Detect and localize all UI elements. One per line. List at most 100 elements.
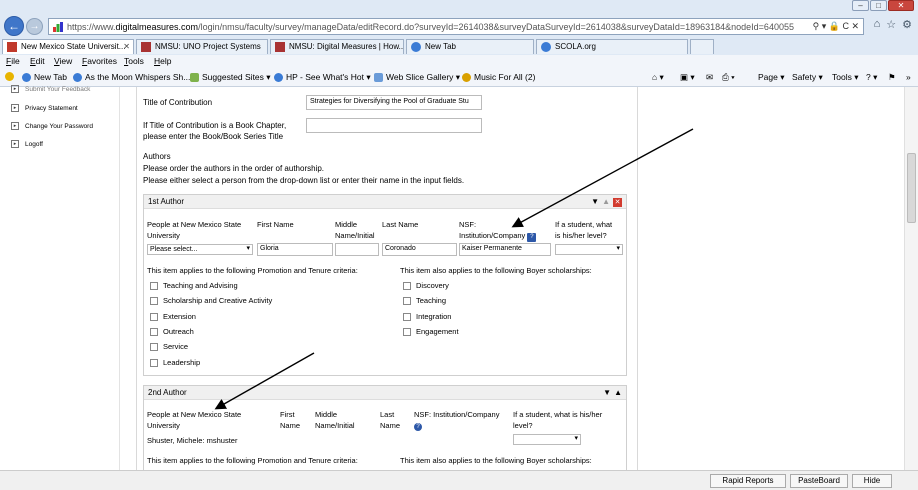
a1-first-name-input[interactable]: Gloria [257, 243, 333, 256]
scrollbar-thumb[interactable] [907, 153, 916, 223]
tab-strip: New Mexico State Universit... ✕ NMSU: UN… [0, 37, 918, 55]
favorites-star-icon[interactable] [5, 72, 14, 81]
close-window-button[interactable]: ✕ [888, 0, 914, 11]
title-label: Title of Contribution [143, 98, 213, 107]
suggested-icon [190, 73, 199, 82]
a1-middle-name-input[interactable] [335, 243, 379, 256]
back-button[interactable]: ← [4, 16, 24, 36]
book-title-label-line2: please enter the Book/Book Series Title [143, 132, 284, 141]
tab-favicon-icon [7, 42, 17, 52]
settings-gear-icon[interactable]: ⚙ [902, 18, 912, 31]
fav-new-tab[interactable]: New Tab [22, 72, 67, 82]
pasteboard-button[interactable]: PasteBoard [790, 474, 848, 488]
address-bar[interactable]: https://www.digitalmeasures.com/login/nm… [48, 18, 864, 35]
ie-icon [22, 72, 31, 82]
bullet-arrow-icon: ▸ [11, 104, 19, 112]
tab-digital-measures[interactable]: NMSU: Digital Measures | How... [270, 39, 404, 54]
move-down-icon[interactable]: ▼ [591, 195, 599, 209]
menu-bar: File Edit View Favorites Tools Help [0, 55, 918, 68]
tools-menu[interactable]: Tools ▾ [832, 72, 858, 83]
feeds-icon[interactable]: ▣ ▾ [680, 72, 695, 83]
move-up-icon[interactable]: ▲ [602, 195, 610, 209]
fav-moon-whispers[interactable]: As the Moon Whispers Sh... [73, 72, 190, 82]
chevron-right-icon[interactable]: » [906, 72, 911, 82]
fav-web-slice-gallery[interactable]: Web Slice Gallery ▾ [374, 72, 460, 83]
forward-button[interactable]: → [26, 18, 43, 35]
site-favicon-icon [53, 22, 63, 32]
research-icon[interactable]: ⚑ [888, 72, 896, 83]
menu-help[interactable]: Help [154, 56, 171, 66]
a1-boyer-discovery-checkbox[interactable]: Discovery [403, 281, 449, 290]
a1-promo-extension-checkbox[interactable]: Extension [150, 312, 196, 321]
a2-boyer-heading: This item also applies to the following … [400, 456, 592, 465]
rapid-reports-button[interactable]: Rapid Reports [710, 474, 786, 488]
mail-icon[interactable]: ✉ [706, 72, 713, 83]
favorites-bar: New Tab As the Moon Whispers Sh... Sugge… [0, 68, 918, 87]
hide-button[interactable]: Hide [852, 474, 892, 488]
favorites-star-icon[interactable]: ☆ [886, 18, 896, 31]
sidebar-item-feedback[interactable]: ▸ Submit Your Feedback [11, 85, 90, 93]
tab-new-tab[interactable]: New Tab [406, 39, 534, 54]
a2-col-middle: Middle Name/Initial [315, 410, 355, 430]
menu-file[interactable]: File [6, 56, 20, 66]
tab-label: NMSU: Digital Measures | How... [289, 42, 404, 51]
minimize-button[interactable]: – [852, 0, 869, 11]
a1-promo-leadership-checkbox[interactable]: Leadership [150, 358, 200, 367]
a1-boyer-teaching-checkbox[interactable]: Teaching [403, 296, 446, 305]
safety-menu[interactable]: Safety ▾ [792, 72, 823, 83]
a1-boyer-integration-checkbox[interactable]: Integration [403, 312, 451, 321]
a1-institution-input[interactable]: Kaiser Permanente [459, 243, 551, 256]
help-menu[interactable]: ? ▾ [866, 72, 877, 83]
a1-person-select[interactable]: Please select... [147, 244, 253, 255]
a1-promo-outreach-checkbox[interactable]: Outreach [150, 327, 194, 336]
window-titlebar: – □ ✕ [0, 0, 918, 13]
help-icon[interactable]: ? [527, 233, 537, 242]
title-input[interactable]: Strategies for Diversifying the Pool of … [306, 95, 482, 110]
sidebar-item-logoff[interactable]: ▸ Logoff [11, 140, 43, 148]
home-command-icon[interactable]: ⌂ ▾ [652, 72, 664, 83]
new-tab-button[interactable] [690, 39, 714, 54]
author-2-header: 2nd Author ▼ ▲ [144, 386, 626, 400]
fav-suggested-sites[interactable]: Suggested Sites ▾ [190, 72, 271, 83]
book-title-input[interactable] [306, 118, 482, 133]
a1-promo-scholarship-checkbox[interactable]: Scholarship and Creative Activity [150, 296, 272, 305]
menu-edit[interactable]: Edit [30, 56, 45, 66]
a1-col-people: People at New Mexico State University [147, 220, 242, 240]
menu-favorites[interactable]: Favorites [82, 56, 117, 66]
fav-music-for-all[interactable]: Music For All (2) [462, 72, 535, 82]
page-content: ▸ Submit Your Feedback ▸ Privacy Stateme… [0, 85, 918, 475]
move-down-icon[interactable]: ▼ [603, 386, 611, 400]
fav-hp-whats-hot[interactable]: HP - See What's Hot ▾ [274, 72, 371, 83]
bullet-arrow-icon: ▸ [11, 85, 19, 93]
a1-col-nsf: NSF: Institution/Company ? [459, 219, 537, 242]
sidebar-item-change-password[interactable]: ▸ Change Your Password [11, 122, 93, 130]
tab-label: New Mexico State Universit... [21, 42, 126, 51]
bullet-arrow-icon: ▸ [11, 122, 19, 130]
address-controls[interactable]: ⚲ ▾ 🔒 C ✕ [813, 21, 859, 32]
page-menu[interactable]: Page ▾ [758, 72, 784, 83]
a2-promo-heading: This item applies to the following Promo… [147, 456, 358, 465]
page-scrollbar[interactable] [904, 87, 918, 470]
sidebar-item-privacy[interactable]: ▸ Privacy Statement [11, 104, 78, 112]
tab-nmsu[interactable]: New Mexico State Universit... ✕ [2, 39, 134, 54]
a2-student-level-select[interactable] [513, 434, 581, 445]
tab-uno-project[interactable]: NMSU: UNO Project Systems [136, 39, 268, 54]
left-sidebar: ▸ Submit Your Feedback ▸ Privacy Stateme… [0, 85, 120, 470]
print-icon[interactable]: ⎙ ▾ [722, 72, 735, 83]
menu-tools[interactable]: Tools [124, 56, 144, 66]
a1-boyer-engagement-checkbox[interactable]: Engagement [403, 327, 459, 336]
a1-promo-service-checkbox[interactable]: Service [150, 342, 188, 351]
a1-last-name-input[interactable]: Coronado [382, 243, 457, 256]
authors-heading: Authors [143, 152, 171, 161]
a1-student-level-select[interactable] [555, 244, 623, 255]
tab-close-icon[interactable]: ✕ [123, 40, 130, 53]
tab-scola[interactable]: SCOLA.org [536, 39, 688, 54]
help-icon[interactable]: ? [414, 423, 422, 431]
move-up-icon[interactable]: ▲ [614, 386, 622, 400]
delete-author-icon[interactable]: ✕ [613, 197, 622, 207]
a2-col-people: People at New Mexico State University [147, 410, 242, 430]
menu-view[interactable]: View [54, 56, 72, 66]
a1-promo-teaching-checkbox[interactable]: Teaching and Advising [150, 281, 238, 290]
home-icon[interactable]: ⌂ [874, 18, 881, 31]
maximize-button[interactable]: □ [870, 0, 887, 11]
